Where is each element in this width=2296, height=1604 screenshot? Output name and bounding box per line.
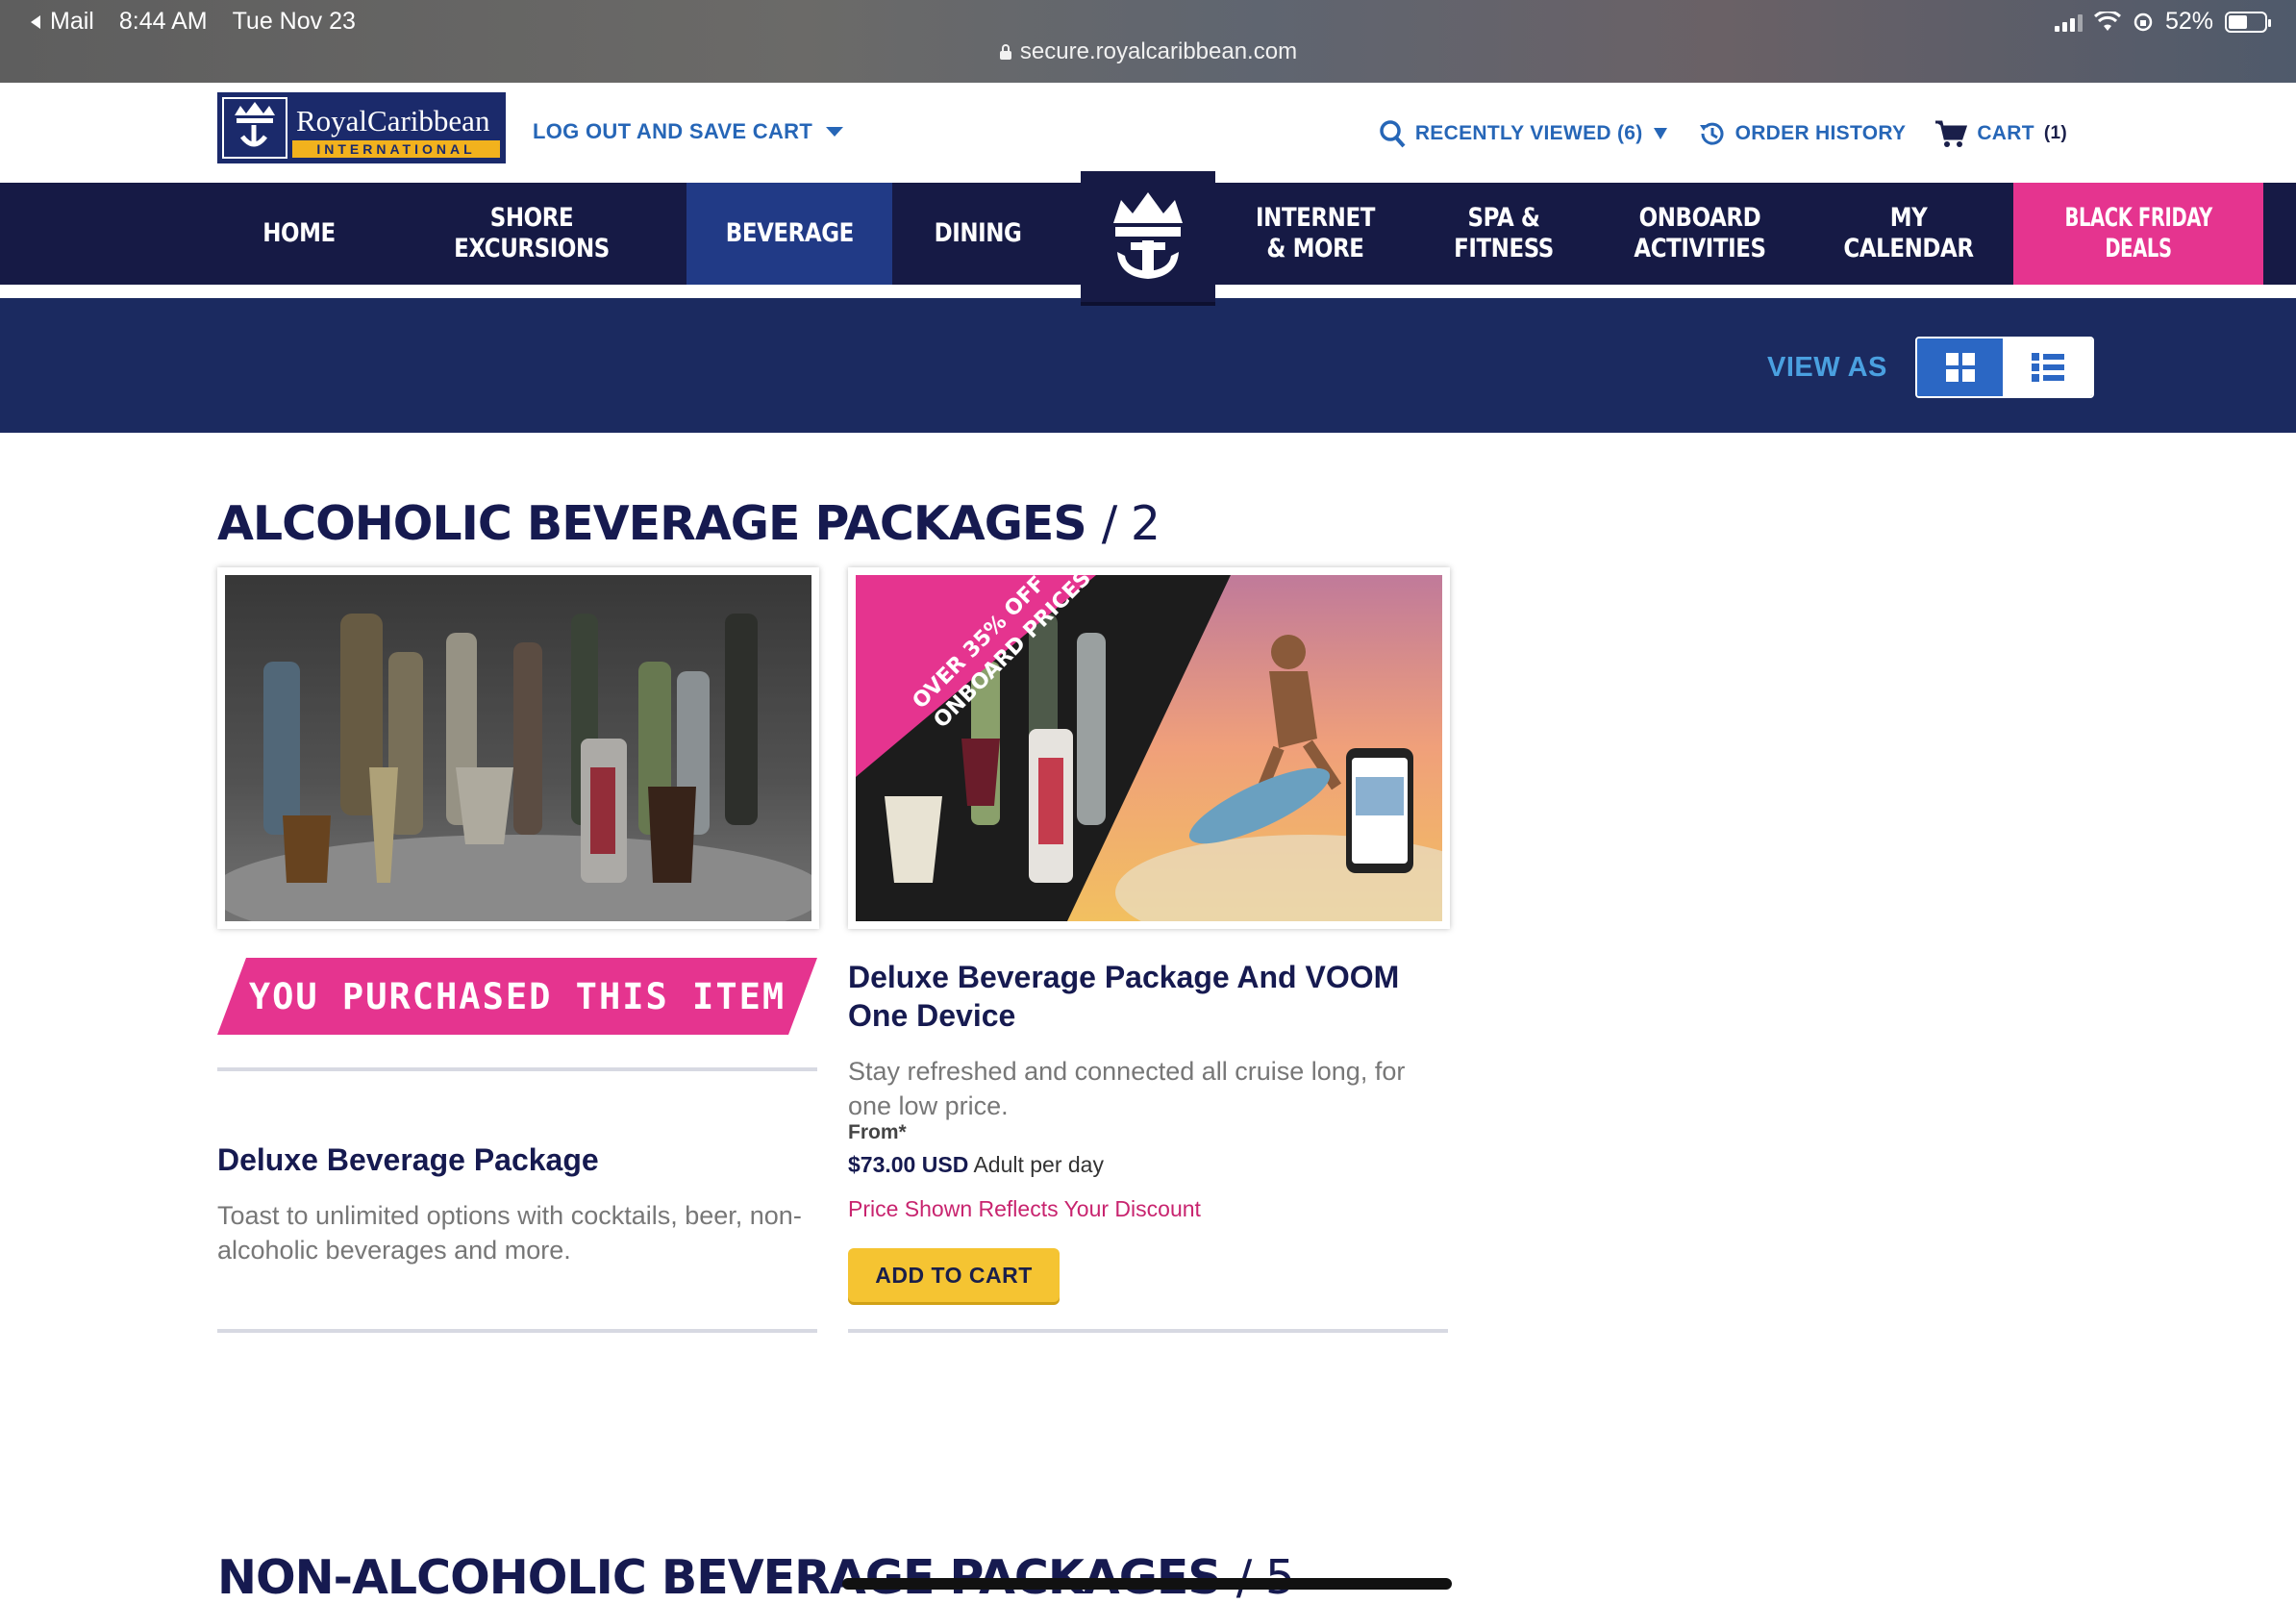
logout-save-cart-menu[interactable]: LOG OUT AND SAVE CART (533, 119, 844, 144)
back-to-app-link[interactable]: Mail (29, 8, 94, 36)
deluxe-beverage-package-description: Toast to unlimited options with cocktail… (217, 1201, 802, 1265)
card-divider (217, 1329, 817, 1333)
deluxe-beverage-package-title[interactable]: Deluxe Beverage Package (217, 1140, 817, 1179)
list-view-button[interactable] (2003, 338, 2092, 396)
address-bar[interactable]: secure.royalcaribbean.com (0, 38, 2296, 65)
drinks-and-surfer-illustration: OVER 35% OFF ONBOARD PRICES (856, 575, 1442, 921)
crown-anchor-icon (1113, 192, 1183, 279)
nav-home[interactable]: HOME (230, 183, 369, 285)
magnifier-icon (1380, 120, 1406, 148)
clock: 8:44 AM (118, 8, 208, 35)
price-unit: Adult per day (973, 1152, 1104, 1177)
product-photo: OVER 35% OFF ONBOARD PRICES (856, 575, 1442, 921)
crown-anchor-home-button[interactable] (1081, 171, 1215, 306)
order-history-link[interactable]: ORDER HISTORY (1697, 119, 1907, 148)
logo-subtext: INTERNATIONAL (316, 141, 475, 157)
nav-beverage-label: BEVERAGE (725, 218, 854, 248)
nav-black-friday-label: BLACK FRIDAY DEALS (2064, 203, 2212, 263)
home-indicator[interactable] (842, 1578, 1452, 1590)
back-app-label: Mail (50, 8, 94, 35)
non-alcoholic-section-title: NON-ALCOHOLIC BEVERAGE PACKAGES / 5 (217, 1550, 1295, 1604)
discount-note: Price Shown Reflects Your Discount (848, 1196, 1201, 1221)
nav-spa-fitness[interactable]: SPA & FITNESS (1435, 183, 1573, 285)
purchased-badge-label: YOU PURCHASED THIS ITEM (248, 975, 786, 1017)
url-text: secure.royalcaribbean.com (1019, 38, 1298, 64)
nav-home-label: HOME (262, 218, 336, 248)
drinks-illustration (225, 575, 811, 921)
price-amount: $73.00 USD (848, 1152, 969, 1177)
battery-icon (2225, 11, 2271, 33)
nav-spa-label: SPA & FITNESS (1454, 203, 1554, 263)
royal-caribbean-logo[interactable]: RoyalCaribbean INTERNATIONAL (217, 92, 506, 163)
non-alcoholic-title-text: NON-ALCOHOLIC BEVERAGE PACKAGES (217, 1550, 1222, 1604)
from-label: From* (848, 1121, 907, 1143)
nav-dining-label: DINING (934, 218, 1022, 248)
nav-shore-excursions-label: SHORE EXCURSIONS (454, 203, 610, 263)
history-clock-icon (1699, 122, 1724, 145)
back-triangle-icon (31, 14, 40, 29)
caret-down-icon (826, 127, 844, 137)
cart-link[interactable]: CART (1) (1934, 119, 2067, 148)
add-to-cart-button[interactable]: ADD TO CART (848, 1248, 1060, 1302)
cart-icon (1935, 120, 1968, 147)
add-to-cart-label: ADD TO CART (875, 1262, 1033, 1288)
price-line: $73.00 USD Adult per day (848, 1152, 1104, 1178)
recently-viewed-label: RECENTLY VIEWED (6) (1414, 122, 1643, 144)
card-divider (848, 1329, 1448, 1333)
nav-onboard-activities[interactable]: ONBOARD ACTIVITIES (1611, 183, 1788, 285)
nav-my-calendar[interactable]: MY CALENDAR (1831, 183, 1986, 285)
site-header: RoyalCaribbean INTERNATIONAL LOG OUT AND… (0, 83, 2296, 183)
list-icon (2031, 353, 2064, 382)
grid-view-button[interactable] (1917, 338, 2004, 396)
grid-icon (1945, 353, 1975, 382)
nav-calendar-label: MY CALENDAR (1843, 203, 1974, 263)
status-bar: Mail 8:44 AM Tue Nov 23 52% secure.royal… (0, 0, 2296, 83)
alcoholic-count: / 2 (1101, 496, 1160, 551)
nav-internet-more[interactable]: INTERNET & MORE (1234, 183, 1397, 285)
nav-shore-excursions[interactable]: SHORE EXCURSIONS (410, 183, 653, 285)
view-as-label: VIEW AS (1767, 352, 1887, 383)
deluxe-voom-package-image[interactable]: OVER 35% OFF ONBOARD PRICES (848, 567, 1450, 929)
card-divider (217, 1067, 817, 1071)
cell-signal-icon (2054, 13, 2083, 32)
logout-label: LOG OUT AND SAVE CART (533, 119, 813, 143)
lock-icon (999, 44, 1011, 60)
nav-onboard-label: ONBOARD ACTIVITIES (1634, 203, 1766, 263)
battery-percent: 52% (2164, 8, 2213, 35)
alcoholic-section-title: ALCOHOLIC BEVERAGE PACKAGES / 2 (217, 496, 1160, 551)
cart-label: CART (1977, 122, 2034, 144)
cart-count: (1) (2043, 123, 2067, 143)
non-alcoholic-count: / 5 (1235, 1550, 1295, 1604)
nav-dining[interactable]: DINING (909, 183, 1048, 285)
nav-beverage[interactable]: BEVERAGE (686, 183, 892, 285)
orientation-lock-icon (2134, 13, 2153, 31)
date: Tue Nov 23 (232, 8, 356, 35)
logo-text: RoyalCaribbean (296, 104, 490, 138)
deluxe-beverage-package-image[interactable] (217, 567, 819, 929)
deluxe-voom-package-title[interactable]: Deluxe Beverage Package And VOOM One Dev… (848, 958, 1435, 1035)
view-as-band: VIEW AS (0, 298, 2296, 433)
nav-internet-label: INTERNET & MORE (1256, 203, 1375, 263)
caret-down-icon (1653, 128, 1667, 139)
order-history-label: ORDER HISTORY (1734, 122, 1907, 144)
recently-viewed-link[interactable]: RECENTLY VIEWED (6) (1379, 119, 1668, 148)
deluxe-voom-package-description: Stay refreshed and connected all cruise … (848, 1057, 1406, 1120)
alcoholic-title-text: ALCOHOLIC BEVERAGE PACKAGES (217, 496, 1087, 551)
wifi-icon (2093, 11, 2121, 31)
view-toggle (1915, 337, 2094, 398)
product-photo (225, 575, 811, 921)
purchased-badge: YOU PURCHASED THIS ITEM (217, 958, 817, 1035)
nav-black-friday-deals[interactable]: BLACK FRIDAY DEALS (2013, 183, 2263, 285)
